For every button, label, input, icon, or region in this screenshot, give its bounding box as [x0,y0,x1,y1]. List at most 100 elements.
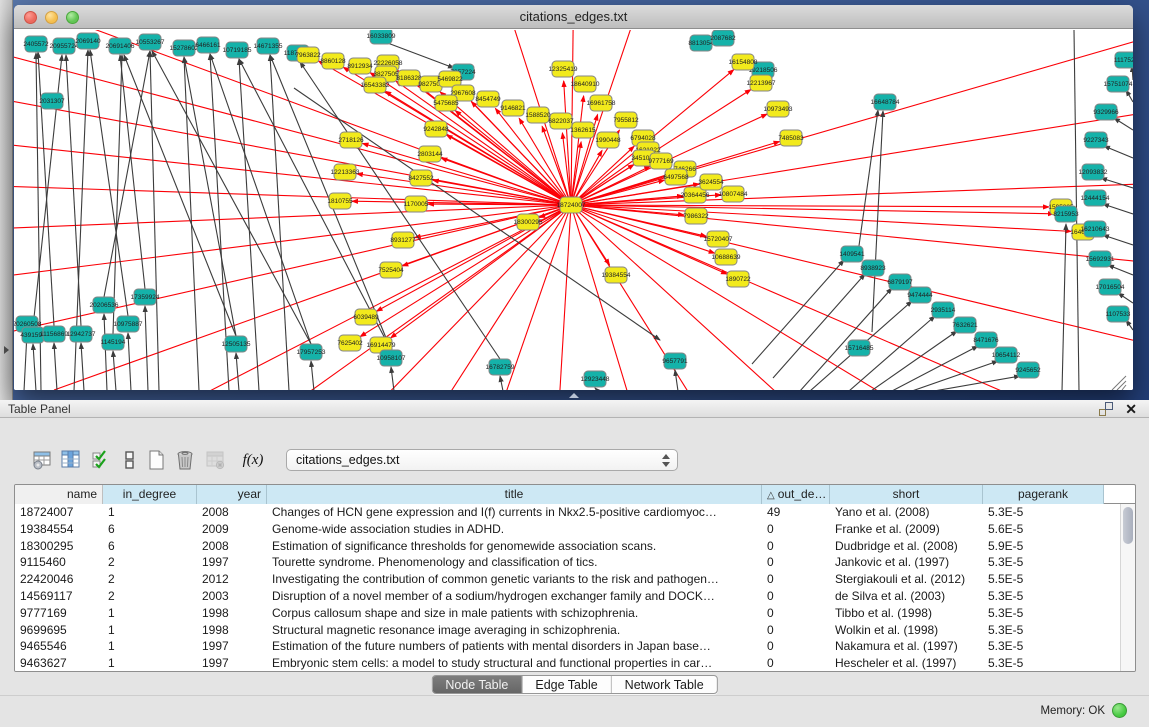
graph-node-yellow[interactable]: 12213363 [331,164,360,180]
graph-node-yellow[interactable]: 5475685 [433,95,459,111]
table-row[interactable]: 977716911998Corpus callosum shape and si… [15,605,1120,622]
graph-node-teal[interactable]: 15692931 [1086,251,1115,267]
graph-node-teal[interactable]: 10975887 [114,316,143,332]
graph-node-yellow[interactable]: 1362615 [570,122,596,138]
window-resize-grip-icon[interactable] [1122,385,1126,390]
graph-node-teal[interactable]: 1409541 [839,246,865,262]
splitter-grip-icon[interactable] [569,393,579,398]
graph-node-teal[interactable]: 6879197 [887,274,913,290]
graph-node-yellow[interactable]: 2718126 [338,132,364,148]
close-traffic-light-button[interactable] [24,11,37,24]
graph-node-yellow[interactable]: 10973493 [764,101,793,117]
graph-node-teal[interactable]: 9245652 [1015,362,1041,378]
tab-node-table[interactable]: Node Table [432,676,521,693]
table-row[interactable]: 911546021997Tourette syndrome. Phenomeno… [15,554,1120,571]
graph-node-yellow[interactable]: 18724007 [557,197,586,213]
close-panel-icon[interactable]: ✕ [1125,400,1137,418]
graph-node-yellow[interactable]: 7525404 [378,262,404,278]
graph-node-yellow[interactable]: 9146821 [500,100,526,116]
graph-node-teal[interactable]: 12505135 [222,336,251,352]
vertical-scrollbar[interactable] [1120,504,1135,671]
destroy-table-button-disabled[interactable] [204,448,228,472]
graph-node-teal[interactable]: 9657791 [662,353,688,369]
panel-collapse-arrow-icon[interactable] [4,346,9,354]
delete-rows-button[interactable] [173,448,197,472]
column-header-year[interactable]: year [197,485,267,504]
graph-node-teal[interactable]: 8471676 [973,332,999,348]
graph-node-yellow[interactable]: 1588520 [525,107,551,123]
graph-node-yellow[interactable]: 2803144 [417,146,443,162]
graph-node-yellow[interactable]: 10688639 [712,249,741,265]
table-row[interactable]: 969969511998Structural magnetic resonanc… [15,622,1120,639]
graph-node-yellow[interactable]: 18640910 [571,76,600,92]
graph-node-teal[interactable]: 2087682 [710,30,736,46]
column-header-pagerank[interactable]: pagerank [983,485,1104,504]
window-resize-grip-icon[interactable] [1117,381,1126,390]
column-header-title[interactable]: title [267,485,762,504]
table-row[interactable]: 1872400712008Changes of HCN gene express… [15,504,1120,521]
graph-node-teal[interactable]: 20206536 [90,297,119,313]
graph-node-teal[interactable]: 6466161 [195,37,221,53]
graph-node-yellow[interactable]: 3624554 [698,174,724,190]
graph-node-yellow[interactable]: 8912934 [347,58,373,74]
graph-node-yellow[interactable]: 8860128 [320,53,346,69]
graph-node-teal[interactable]: 12923448 [581,371,610,387]
clear-selection-button[interactable] [118,448,142,472]
graph-node-teal[interactable]: 17957253 [297,344,326,360]
left-collapsed-panel[interactable] [0,0,13,400]
column-header-out_de[interactable]: △out_de… [762,485,830,504]
table-row[interactable]: 1830029562008Estimation of significance … [15,538,1120,555]
tab-edge-table[interactable]: Edge Table [521,676,610,693]
graph-node-yellow[interactable]: 6039489 [353,309,379,325]
zoom-traffic-light-button[interactable] [66,11,79,24]
scrollbar-thumb[interactable] [1123,507,1133,544]
graph-node-teal[interactable]: 15716485 [845,340,874,356]
graph-node-teal[interactable]: 14671355 [254,38,283,54]
graph-node-yellow[interactable]: 7955812 [613,112,639,128]
graph-node-yellow[interactable]: 1170005 [404,196,429,212]
graph-node-yellow[interactable]: 15720407 [704,231,733,247]
float-window-icon[interactable] [1099,402,1113,416]
graph-node-yellow[interactable]: 10807484 [719,186,748,202]
graph-node-teal[interactable]: 7632621 [952,317,978,333]
graph-node-teal[interactable]: 9474444 [907,287,933,303]
create-table-button[interactable] [145,448,169,472]
column-header-in_degree[interactable]: in_degree [103,485,197,504]
graph-node-teal[interactable]: 1107533 [1106,306,1131,322]
graph-node-teal[interactable]: 17359924 [131,289,160,305]
graph-node-teal[interactable]: 16782759 [486,359,515,375]
table-row[interactable]: 946362711997Embryonic stem cells: a mode… [15,655,1120,672]
graph-node-teal[interactable]: 16648784 [871,94,900,110]
table-row[interactable]: 2242004622012Investigating the contribut… [15,571,1120,588]
graph-node-yellow[interactable]: 16961758 [587,95,616,111]
graph-node-teal[interactable]: 8215953 [1053,206,1079,222]
graph-node-yellow[interactable]: 1810755 [327,193,353,209]
graph-node-teal[interactable]: 20691406 [106,38,135,54]
graph-node-teal[interactable]: 12444154 [1081,190,1110,206]
select-all-button[interactable] [89,448,113,472]
graph-node-teal[interactable]: 10553267 [136,34,165,50]
graph-node-teal[interactable]: 10654112 [992,347,1021,363]
graph-node-teal[interactable]: 16210643 [1081,221,1110,237]
graph-node-yellow[interactable]: 8454749 [475,91,501,107]
graph-node-yellow[interactable]: 9777169 [648,153,674,169]
graph-node-yellow[interactable]: 1990448 [595,132,621,148]
tab-network-table[interactable]: Network Table [611,676,717,693]
memory-status-indicator[interactable] [1112,703,1127,718]
table-selector-combo[interactable]: citations_edges.txt [286,449,678,471]
column-header-short[interactable]: short [830,485,983,504]
graph-node-teal[interactable]: 12942737 [67,326,96,342]
graph-node-yellow[interactable]: 7625402 [337,335,363,351]
table-row[interactable]: 1456911722003Disruption of a novel membe… [15,588,1120,605]
graph-node-teal[interactable]: 17016504 [1096,279,1125,295]
graph-node-teal[interactable]: 2935114 [931,302,956,318]
graph-node-yellow[interactable]: 8931277 [390,232,416,248]
graph-node-yellow[interactable]: 6497568 [663,169,689,185]
show-columns-button[interactable] [59,448,83,472]
graph-node-yellow[interactable]: 9242848 [423,121,449,137]
graph-node-yellow[interactable]: 12213967 [747,75,776,91]
graph-node-teal[interactable]: 2405572 [23,36,49,52]
table-options-button[interactable] [31,448,55,472]
network-canvas[interactable]: 2405572209557242069140206914061055326715… [14,30,1133,390]
graph-node-teal[interactable]: 10958107 [377,350,406,366]
